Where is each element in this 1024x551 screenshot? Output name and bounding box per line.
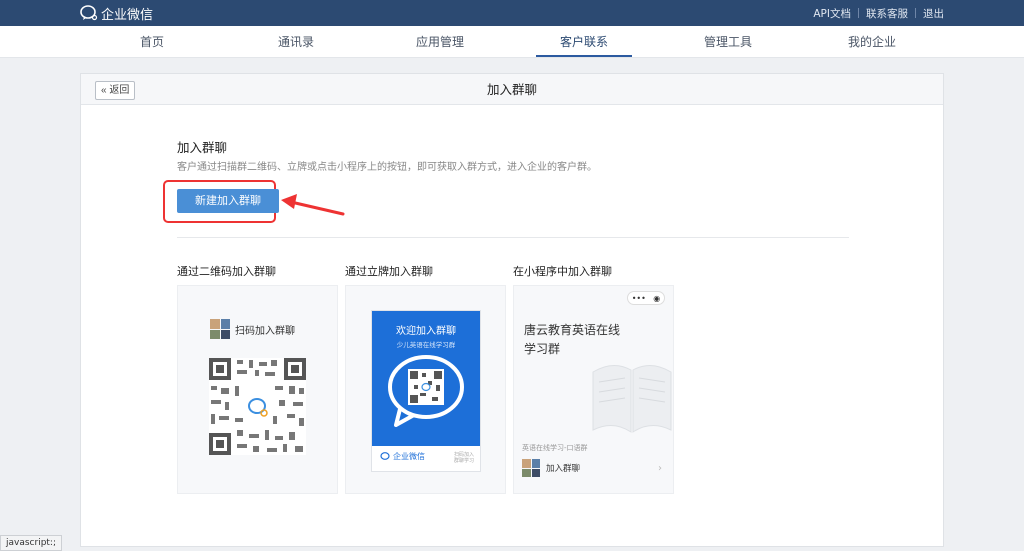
miniprogram-title: 唐云教育英语在线学习群 <box>524 323 621 356</box>
nav-item-apps[interactable]: 应用管理 <box>390 26 490 58</box>
back-button[interactable]: « 返回 <box>95 81 136 100</box>
main-nav: 首页 通讯录 应用管理 客户联系 管理工具 我的企业 <box>0 26 1024 58</box>
qr-code-image <box>209 358 306 455</box>
nav-item-my-enterprise[interactable]: 我的企业 <box>822 26 922 58</box>
poster-title: 欢迎加入群聊 <box>396 326 456 337</box>
standee-poster: 欢迎加入群聊 少儿英语在线学习群 企业微信 扫码加入 群聊学习 <box>371 310 481 472</box>
brand-logo[interactable]: 企业微信 <box>80 4 154 23</box>
api-docs-link[interactable]: API文档 <box>813 6 851 21</box>
contact-support-link[interactable]: 联系客服 <box>866 6 908 21</box>
more-icon: ••• <box>631 293 646 303</box>
group-avatar <box>210 319 230 339</box>
chat-bubble-qr-icon <box>388 355 464 427</box>
miniprogram-preview: ••• ◉ 唐云教育英语在线学习群 英语在线学习-口语群 加入群聊 › <box>513 285 674 494</box>
nav-item-customer-contact[interactable]: 客户联系 <box>534 26 634 58</box>
miniprogram-option-title: 在小程序中加入群聊 <box>513 265 612 278</box>
miniprogram-join-row: 加入群聊 <box>522 459 665 477</box>
status-bar: javascript:; <box>0 535 63 551</box>
nav-item-home[interactable]: 首页 <box>102 26 202 58</box>
standee-preview: 欢迎加入群聊 少儿英语在线学习群 企业微信 扫码加入 群聊学习 <box>345 285 506 494</box>
annotation-arrow-icon <box>281 194 345 216</box>
page-title: 加入群聊 <box>486 82 537 97</box>
close-target-icon: ◉ <box>653 293 661 303</box>
section-title: 加入群聊 <box>177 140 228 155</box>
poster-background: 欢迎加入群聊 少儿英语在线学习群 <box>372 311 480 446</box>
miniprogram-subtitle: 英语在线学习-口语群 <box>522 444 588 452</box>
miniprogram-join-label: 加入群聊 <box>546 464 581 474</box>
qr-code-icon <box>209 358 306 455</box>
qrcode-preview: 扫码加入群聊 <box>177 285 338 494</box>
book-icon <box>592 365 672 433</box>
wecom-logo-icon <box>380 452 390 460</box>
wecom-logo-icon <box>80 5 98 21</box>
brand-name: 企业微信 <box>101 7 154 23</box>
section-divider <box>177 237 849 238</box>
top-links: API文档 联系客服 退出 <box>813 0 944 26</box>
new-join-group-button[interactable]: 新建加入群聊 <box>177 189 279 213</box>
qrcode-option-title: 通过二维码加入群聊 <box>177 265 276 278</box>
poster-subtitle: 少儿英语在线学习群 <box>396 341 456 349</box>
poster-note: 扫码加入 群聊学习 <box>453 452 474 464</box>
nav-item-contacts[interactable]: 通讯录 <box>246 26 346 58</box>
qrcode-header: 扫码加入群聊 <box>210 319 295 339</box>
group-avatar <box>522 459 540 477</box>
divider <box>858 8 859 18</box>
logout-link[interactable]: 退出 <box>923 6 944 21</box>
miniprogram-capsule: ••• ◉ <box>627 291 665 305</box>
section-description: 客户通过扫描群二维码、立牌或点击小程序上的按钮，即可获取入群方式，进入企业的客户… <box>177 162 597 173</box>
nav-item-management-tools[interactable]: 管理工具 <box>678 26 778 58</box>
qrcode-label: 扫码加入群聊 <box>235 325 295 337</box>
poster-brand: 企业微信 <box>380 451 425 462</box>
card-header: 加入群聊 « 返回 <box>81 74 943 105</box>
poster-brand-name: 企业微信 <box>393 452 425 461</box>
divider <box>915 8 916 18</box>
top-bar: 企业微信 API文档 联系客服 退出 <box>0 0 1024 26</box>
chevron-right-icon: › <box>658 463 662 474</box>
standee-option-title: 通过立牌加入群聊 <box>345 265 433 278</box>
content-card: 加入群聊 « 返回 加入群聊 客户通过扫描群二维码、立牌或点击小程序上的按钮，即… <box>80 73 944 547</box>
